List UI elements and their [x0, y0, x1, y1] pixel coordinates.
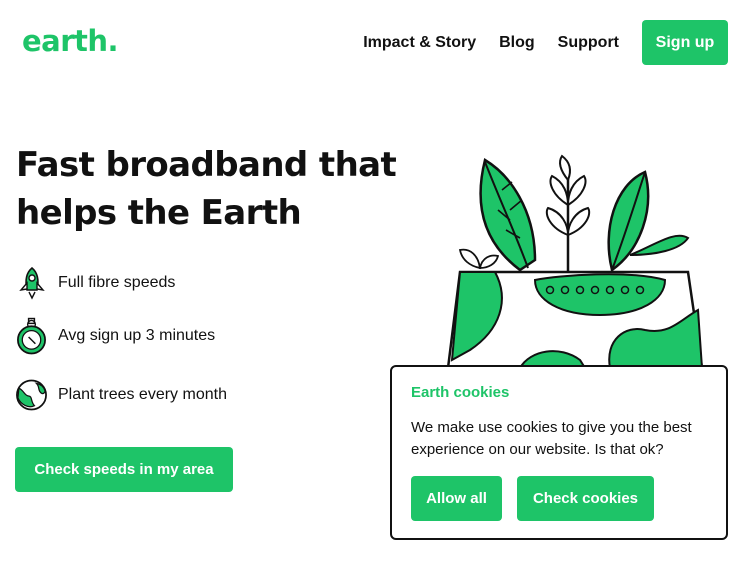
cookie-title: Earth cookies	[411, 384, 510, 401]
signup-button[interactable]: Sign up	[642, 20, 728, 65]
allow-all-button[interactable]: Allow all	[411, 476, 502, 521]
nav-blog[interactable]: Blog	[499, 34, 535, 52]
feature-text: Avg sign up 3 minutes	[58, 327, 216, 344]
feature-text: Plant trees every month	[58, 386, 227, 403]
check-cookies-button[interactable]: Check cookies	[517, 476, 654, 521]
plant-illustration	[440, 150, 710, 370]
top-nav: Impact & Story Blog Support Sign up	[363, 20, 728, 65]
check-speeds-button[interactable]: Check speeds in my area	[15, 447, 233, 492]
cookie-banner: Earth cookies We make use cookies to giv…	[390, 365, 728, 540]
nav-impact-story[interactable]: Impact & Story	[363, 34, 476, 52]
feature-text: Full fibre speeds	[58, 274, 176, 291]
stopwatch-icon	[15, 316, 48, 356]
rocket-icon	[15, 263, 48, 303]
cookie-text: We make use cookies to give you the best…	[411, 419, 692, 458]
earth-logo[interactable]: earth.	[22, 24, 119, 58]
feature-item: Plant trees every month	[15, 375, 227, 415]
feature-item: Avg sign up 3 minutes	[15, 316, 215, 356]
hero-title: Fast broadband that helps the Earth	[16, 145, 397, 233]
globe-icon	[15, 375, 48, 415]
feature-item: Full fibre speeds	[15, 263, 175, 303]
nav-support[interactable]: Support	[558, 34, 619, 52]
